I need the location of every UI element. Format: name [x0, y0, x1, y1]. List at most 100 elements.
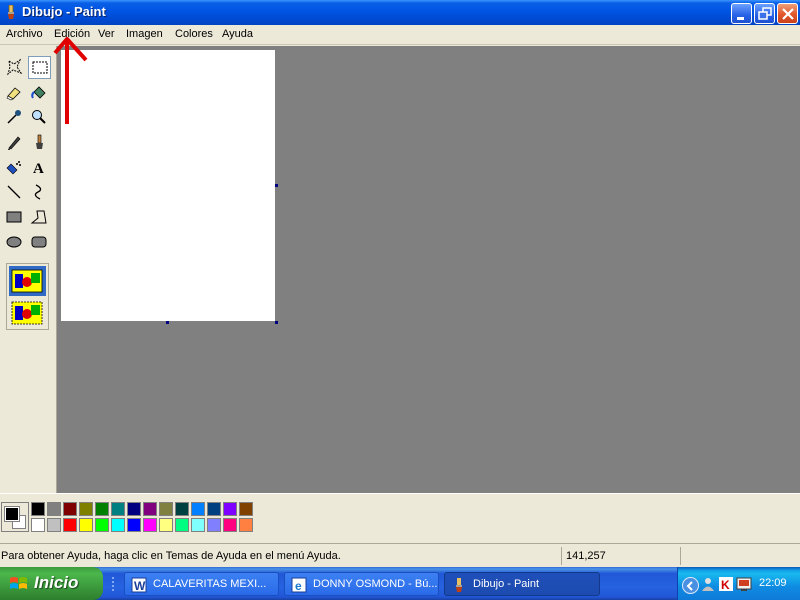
- palette-swatch[interactable]: [175, 518, 189, 532]
- transparent-selection-icon: [11, 301, 43, 325]
- antivirus-icon[interactable]: K: [718, 576, 734, 592]
- pencil-tool[interactable]: [3, 131, 26, 154]
- rect-select-icon: [32, 61, 48, 74]
- palette-swatch[interactable]: [159, 502, 173, 516]
- palette-swatch[interactable]: [95, 502, 109, 516]
- palette-swatch[interactable]: [47, 518, 61, 532]
- polygon-tool[interactable]: [28, 206, 51, 229]
- palette-swatch[interactable]: [111, 518, 125, 532]
- line-tool[interactable]: [3, 181, 26, 204]
- palette-swatch[interactable]: [63, 502, 77, 516]
- magnifier-icon: [32, 110, 46, 124]
- task-word[interactable]: W CALAVERITAS MEXI...: [124, 572, 279, 596]
- palette-swatch[interactable]: [79, 518, 93, 532]
- paint-bucket-icon: [31, 86, 46, 99]
- palette-swatch[interactable]: [223, 518, 237, 532]
- close-button[interactable]: [777, 3, 798, 24]
- palette-swatch[interactable]: [239, 502, 253, 516]
- restore-button[interactable]: [754, 3, 775, 24]
- annotation-arrow-icon: [53, 37, 88, 124]
- network-icon[interactable]: [736, 576, 752, 592]
- close-icon: [782, 8, 794, 20]
- brush-tool[interactable]: [28, 131, 51, 154]
- resize-handle-bottom[interactable]: [166, 321, 169, 324]
- color-palette: [0, 493, 800, 543]
- palette-swatch[interactable]: [111, 502, 125, 516]
- ie-icon: e: [291, 577, 307, 593]
- magnifier-tool[interactable]: [28, 106, 51, 129]
- start-button[interactable]: Inicio: [0, 567, 103, 600]
- palette-swatch[interactable]: [47, 502, 61, 516]
- menu-imagen[interactable]: Imagen: [126, 28, 163, 40]
- palette-swatch[interactable]: [159, 518, 173, 532]
- windows-logo-icon: [10, 577, 27, 589]
- foreground-color-swatch[interactable]: [4, 506, 20, 522]
- title-bar[interactable]: Dibujo - Paint: [0, 0, 800, 25]
- status-divider: [561, 547, 562, 565]
- fill-tool[interactable]: [28, 81, 51, 104]
- cursor-coordinates: 141,257: [566, 550, 606, 562]
- eraser-tool[interactable]: [3, 81, 26, 104]
- resize-handle-corner[interactable]: [275, 321, 278, 324]
- palette-swatch[interactable]: [95, 518, 109, 532]
- task-label: DONNY OSMOND - Bú...: [313, 578, 438, 590]
- taskbar: Inicio W CALAVERITAS MEXI... e DONNY OSM…: [0, 567, 800, 600]
- resize-handle-right[interactable]: [275, 184, 278, 187]
- menu-archivo[interactable]: Archivo: [6, 28, 43, 40]
- ellipse-tool[interactable]: [3, 231, 26, 254]
- brush-icon: [36, 134, 43, 149]
- status-help-text: Para obtener Ayuda, haga clic en Temas d…: [1, 550, 341, 562]
- task-paint[interactable]: Dibujo - Paint: [444, 572, 600, 596]
- palette-swatch[interactable]: [127, 502, 141, 516]
- svg-text:W: W: [134, 579, 146, 593]
- drawing-canvas[interactable]: [61, 50, 275, 321]
- free-select-tool[interactable]: [3, 56, 26, 79]
- palette-swatch[interactable]: [143, 502, 157, 516]
- palette-swatch[interactable]: [31, 502, 45, 516]
- palette-swatch[interactable]: [239, 518, 253, 532]
- rect-select-tool[interactable]: [28, 56, 51, 79]
- airbrush-tool[interactable]: [3, 156, 26, 179]
- palette-swatch[interactable]: [223, 502, 237, 516]
- ellipse-icon: [6, 236, 22, 248]
- rectangle-tool[interactable]: [3, 206, 26, 229]
- tool-options: [6, 263, 49, 330]
- task-browser[interactable]: e DONNY OSMOND - Bú...: [284, 572, 439, 596]
- opaque-option[interactable]: [9, 266, 46, 296]
- menu-ver[interactable]: Ver: [98, 28, 115, 40]
- line-icon: [7, 185, 21, 199]
- transparent-option[interactable]: [9, 298, 46, 328]
- window-title: Dibujo - Paint: [22, 4, 106, 19]
- minimize-icon: [737, 17, 744, 20]
- color-picker-tool[interactable]: [3, 106, 26, 129]
- rounded-rectangle-tool[interactable]: [28, 231, 51, 254]
- svg-text:e: e: [295, 579, 302, 593]
- palette-swatch[interactable]: [143, 518, 157, 532]
- user-icon[interactable]: [700, 576, 716, 592]
- text-tool[interactable]: A: [28, 156, 51, 179]
- palette-swatch[interactable]: [175, 502, 189, 516]
- quicklaunch-grip-icon: [112, 577, 114, 591]
- paint-app-icon: [8, 5, 14, 19]
- palette-swatch[interactable]: [79, 502, 93, 516]
- palette-swatch[interactable]: [191, 502, 205, 516]
- palette-swatch[interactable]: [31, 518, 45, 532]
- show-hidden-icons-button[interactable]: [682, 577, 699, 594]
- opaque-selection-icon: [11, 269, 43, 293]
- palette-swatch[interactable]: [191, 518, 205, 532]
- palette-swatch[interactable]: [207, 518, 221, 532]
- palette-swatch[interactable]: [63, 518, 77, 532]
- restore-icon: [758, 7, 772, 20]
- task-label: CALAVERITAS MEXI...: [153, 578, 267, 590]
- curve-tool[interactable]: [28, 181, 51, 204]
- current-colors: [1, 502, 29, 532]
- palette-swatch[interactable]: [127, 518, 141, 532]
- palette-swatch[interactable]: [207, 502, 221, 516]
- menu-colores[interactable]: Colores: [175, 28, 213, 40]
- start-label: Inicio: [34, 573, 79, 592]
- paint-icon: [456, 578, 462, 592]
- menu-ayuda[interactable]: Ayuda: [222, 28, 253, 40]
- toolbox: A: [0, 46, 57, 493]
- minimize-button[interactable]: [731, 3, 752, 24]
- clock: 22:09: [759, 577, 787, 589]
